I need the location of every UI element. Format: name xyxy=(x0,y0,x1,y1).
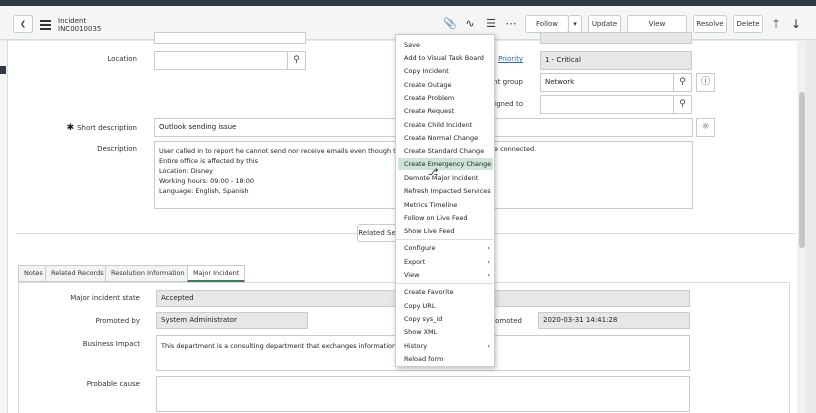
hamburger-icon[interactable] xyxy=(40,20,51,32)
chevron-right-icon: › xyxy=(487,271,490,279)
menu-item-refresh-impacted-services[interactable]: Refresh Impacted Services xyxy=(396,185,494,197)
resolve-button[interactable]: Resolve xyxy=(693,15,727,33)
menu-item-history[interactable]: History › xyxy=(396,340,494,352)
search-icon: ⚲ xyxy=(293,55,300,65)
tab-related-records[interactable]: Related Records xyxy=(45,265,110,282)
delete-button[interactable]: Delete xyxy=(733,15,763,33)
assignment-group-input[interactable]: Network xyxy=(540,73,674,92)
menu-item-metrics-timeline[interactable]: Metrics Timeline xyxy=(396,199,494,211)
location-search-button[interactable]: ⚲ xyxy=(287,51,306,70)
business-impact-label: Business Impact xyxy=(82,340,140,348)
tab-resolution-information[interactable]: Resolution Information xyxy=(105,265,191,282)
view-workbench-button[interactable]: View Workbench xyxy=(627,15,687,44)
probable-cause-textarea[interactable] xyxy=(156,376,690,412)
menu-item-follow-on-live-feed[interactable]: Follow on Live Feed xyxy=(396,212,494,224)
required-icon: ✱ xyxy=(66,123,78,133)
mouse-cursor-icon: ⎇ xyxy=(428,168,439,178)
menu-item-configure[interactable]: Configure › xyxy=(396,242,494,254)
scrollbar-thumb[interactable] xyxy=(799,92,805,248)
location-input[interactable] xyxy=(154,51,288,70)
left-strip-marker xyxy=(0,66,6,74)
chevron-right-icon: › xyxy=(487,342,490,350)
lightbulb-icon: ☼ xyxy=(701,122,710,132)
menu-item-copy-sys-id[interactable]: Copy sys_id xyxy=(396,313,494,325)
context-menu: Save Add to Visual Task Board Copy Incid… xyxy=(395,34,495,367)
menu-item-label: Configure xyxy=(404,244,436,252)
menu-item-create-problem[interactable]: Create Problem xyxy=(396,92,494,104)
assigned-to-search-button[interactable]: ⚲ xyxy=(673,95,692,114)
info-icon: ⓘ xyxy=(700,77,710,87)
menu-item-view[interactable]: View › xyxy=(396,269,494,281)
probable-cause-label: Probable cause xyxy=(86,380,140,388)
menu-item-save[interactable]: Save xyxy=(396,39,494,51)
menu-item-create-request[interactable]: Create Request xyxy=(396,105,494,117)
left-strip xyxy=(0,41,8,413)
menu-item-copy-url[interactable]: Copy URL xyxy=(396,300,494,312)
assigned-to-input[interactable] xyxy=(540,95,674,114)
back-button[interactable]: ❮ xyxy=(13,15,33,33)
chevron-right-icon: › xyxy=(487,258,490,266)
short-description-label: ✱ Short description xyxy=(60,123,137,133)
menu-item-export[interactable]: Export › xyxy=(396,256,494,268)
menu-separator xyxy=(396,239,494,240)
menu-item-create-standard-change[interactable]: Create Standard Change xyxy=(396,145,494,157)
menu-item-show-live-feed[interactable]: Show Live Feed xyxy=(396,225,494,237)
tab-major-incident[interactable]: Major Incident xyxy=(187,265,246,282)
record-title: Incident INC0010035 xyxy=(58,17,101,33)
related-services-button[interactable]: Related Se xyxy=(357,224,397,242)
menu-item-label: Export xyxy=(404,258,426,266)
menu-item-reload-form[interactable]: Reload form xyxy=(396,353,494,365)
arrow-down-icon[interactable]: ↓ xyxy=(791,17,801,31)
search-icon: ⚲ xyxy=(679,77,686,87)
major-incident-state-label: Major incident state xyxy=(70,294,140,302)
location-label: Location xyxy=(107,55,137,63)
promoted-by-label: Promoted by xyxy=(95,317,140,325)
partial-field-right xyxy=(540,32,692,44)
chevron-left-icon: ❮ xyxy=(20,20,26,28)
menu-item-demote-major-incident[interactable]: Demote Major Incident xyxy=(396,172,494,184)
chevron-right-icon: › xyxy=(487,244,490,252)
description-tail: e connected. xyxy=(494,145,537,153)
menu-item-show-xml[interactable]: Show XML xyxy=(396,326,494,338)
menu-item-label: View xyxy=(404,271,420,279)
suggestion-button[interactable]: ☼ xyxy=(696,118,715,137)
menu-separator xyxy=(396,283,494,284)
info-button[interactable]: ⓘ xyxy=(696,73,715,92)
record-type: Incident xyxy=(58,17,87,25)
menu-item-create-favorite[interactable]: Create Favorite xyxy=(396,286,494,298)
partial-field[interactable] xyxy=(154,32,306,44)
update-button[interactable]: Update xyxy=(588,15,621,33)
search-icon: ⚲ xyxy=(679,99,686,109)
paperclip-icon[interactable]: 📎 xyxy=(443,17,457,31)
description-label: Description xyxy=(97,145,137,153)
assignment-group-search-button[interactable]: ⚲ xyxy=(673,73,692,92)
menu-item-label: History xyxy=(404,342,428,350)
menu-item-create-normal-change[interactable]: Create Normal Change xyxy=(396,132,494,144)
menu-item-create-child-incident[interactable]: Create Child Incident xyxy=(396,119,494,131)
follow-button[interactable]: Follow xyxy=(525,15,569,33)
activity-icon[interactable]: ∿ xyxy=(463,17,477,31)
menu-item-copy-incident[interactable]: Copy Incident xyxy=(396,65,494,77)
menu-item-add-to-visual-task-board[interactable]: Add to Visual Task Board xyxy=(396,52,494,64)
caret-down-icon: ▾ xyxy=(573,20,577,28)
priority-field: 1 - Critical xyxy=(540,51,692,70)
promoted-by-field: System Administrator xyxy=(156,312,308,329)
menu-item-create-outage[interactable]: Create Outage xyxy=(396,79,494,91)
follow-dropdown-button[interactable]: ▾ xyxy=(568,15,582,33)
settings-sliders-icon[interactable]: ☰ xyxy=(484,17,498,31)
menu-item-create-emergency-change[interactable]: Create Emergency Change xyxy=(398,158,493,170)
arrow-up-icon[interactable]: ↑ xyxy=(771,17,781,31)
short-description-label-text: Short description xyxy=(77,124,137,132)
more-options-icon[interactable]: ⋯ xyxy=(504,17,518,31)
promoted-field: 2020-03-31 14:41:28 xyxy=(538,312,690,329)
record-number: INC0010035 xyxy=(58,25,102,33)
